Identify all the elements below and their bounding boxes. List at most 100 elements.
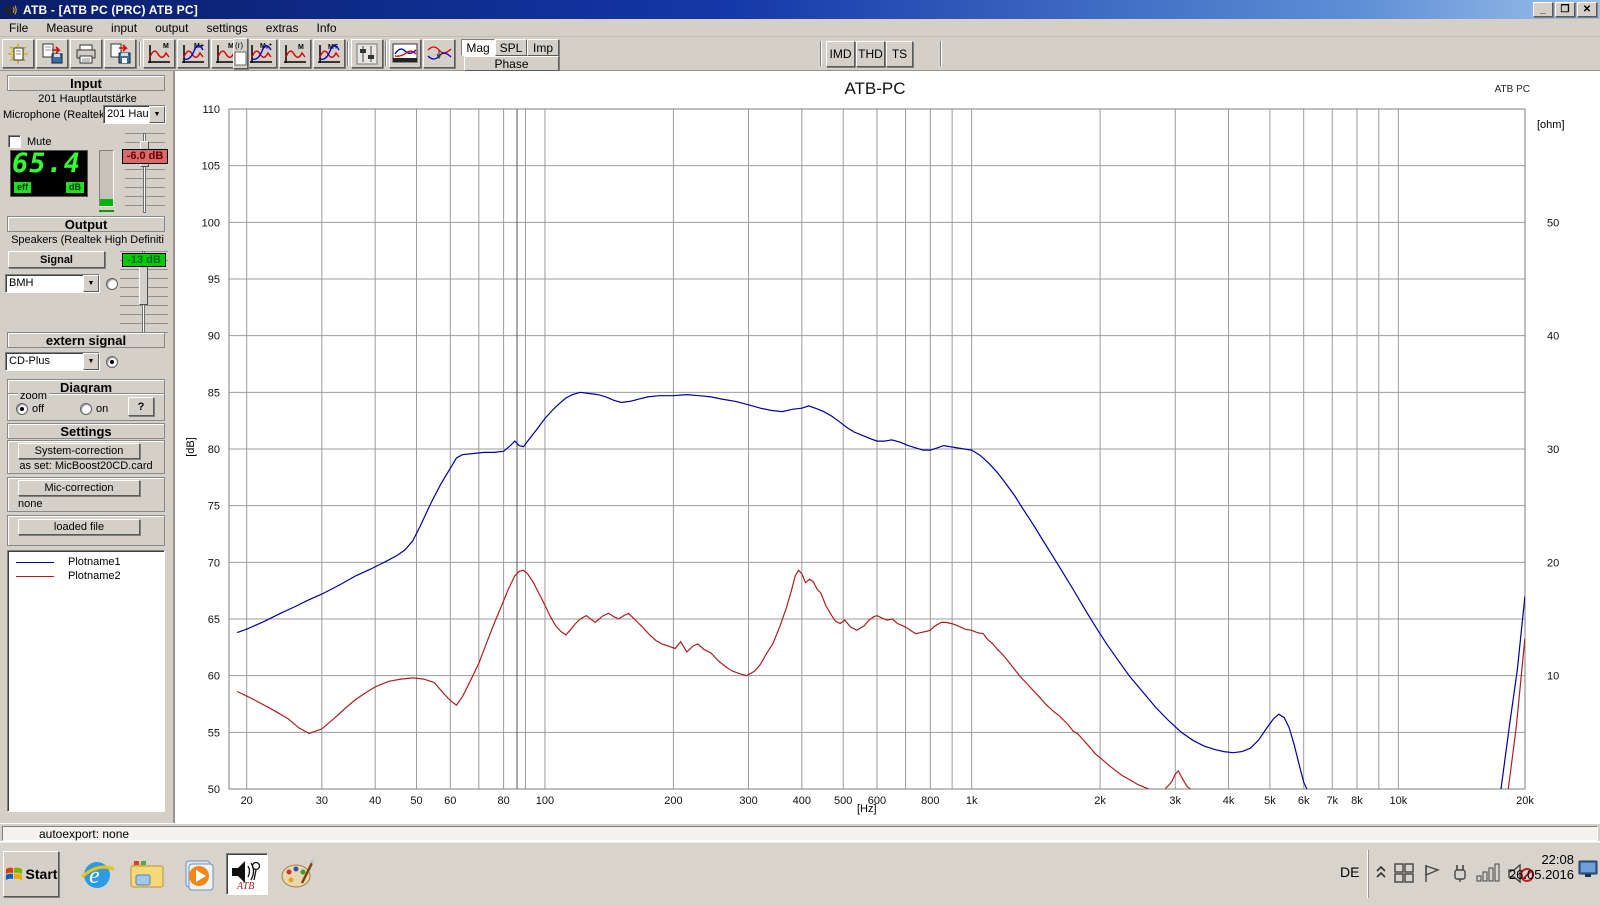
save-measurement-icon[interactable] xyxy=(36,39,68,68)
mic-device-dropdown[interactable]: 201 Haup ▼ xyxy=(103,105,166,124)
svg-text:8k: 8k xyxy=(1351,795,1363,807)
chevron-up-icon[interactable] xyxy=(1375,862,1387,882)
paint-palette-icon[interactable] xyxy=(276,853,318,895)
measure-m-icon[interactable]: M xyxy=(143,39,175,68)
svg-text:50: 50 xyxy=(410,795,422,807)
svg-text:(r): (r) xyxy=(235,41,243,50)
svg-text:6k: 6k xyxy=(1298,795,1310,807)
clock[interactable]: 22:08 26.05.2016 xyxy=(1496,852,1574,882)
svg-text:55: 55 xyxy=(208,727,220,739)
folder-icon[interactable] xyxy=(126,853,168,895)
imd-button[interactable]: IMD xyxy=(826,41,855,67)
internet-explorer-icon[interactable]: e xyxy=(76,853,118,895)
thd-button[interactable]: THD xyxy=(856,41,885,67)
menu-output[interactable]: output xyxy=(146,19,197,37)
svg-text:85: 85 xyxy=(208,387,220,399)
legend-item[interactable]: Plotname1 xyxy=(8,555,164,569)
output-fader-thumb[interactable] xyxy=(139,265,148,305)
mic-correction-button[interactable]: Mic-correction xyxy=(18,480,140,496)
zoom-on-radio[interactable] xyxy=(80,403,92,415)
flag-icon[interactable] xyxy=(1421,862,1443,884)
svg-text:90: 90 xyxy=(208,331,220,343)
close-button[interactable]: ✕ xyxy=(1577,2,1597,17)
svg-text:M: M xyxy=(163,43,169,50)
help-button[interactable]: ? xyxy=(128,397,154,416)
atb-app-icon[interactable]: ATB xyxy=(226,853,268,895)
loaded-file-button[interactable]: loaded file xyxy=(18,519,140,535)
r-toggle-icon[interactable]: (r) xyxy=(233,38,248,69)
svg-text:400: 400 xyxy=(793,795,811,807)
legend-label: Plotname1 xyxy=(68,556,121,568)
window-title: ATB - [ATB PC (PRC) ATB PC] xyxy=(23,2,198,17)
legend-item[interactable]: Plotname2 xyxy=(8,569,164,583)
ts-button[interactable]: TS xyxy=(886,41,913,67)
output-device-label: Speakers (Realtek High Definiti xyxy=(11,234,164,246)
menu-input[interactable]: input xyxy=(102,19,146,37)
svg-text:M: M xyxy=(298,44,304,51)
system-correction-status: as set: MicBoost20CD.card xyxy=(19,460,153,472)
svg-text:600: 600 xyxy=(868,795,886,807)
language-indicator[interactable]: DE xyxy=(1340,864,1359,880)
menu-measure[interactable]: Measure xyxy=(37,19,102,37)
input-gain-fader[interactable] xyxy=(125,133,165,213)
menu-extras[interactable]: extras xyxy=(257,19,308,37)
chart-panel: ATB-PC ATB PC [dB] [ohm] [Hz] 50 55 60 65 70… xyxy=(175,71,1600,823)
parameter-sliders-icon[interactable] xyxy=(351,39,383,68)
menu-file[interactable]: File xyxy=(0,19,37,37)
level-mode-badge: eff xyxy=(14,182,31,193)
measure-m-plus-icon[interactable]: M+ xyxy=(177,39,209,68)
plug-icon[interactable] xyxy=(1449,862,1471,884)
diagram-window-icon[interactable] xyxy=(389,39,421,68)
chevron-down-icon[interactable]: ▼ xyxy=(83,353,99,370)
print-icon[interactable] xyxy=(70,39,102,68)
export-save-icon[interactable] xyxy=(104,39,136,68)
phase-view-button[interactable]: Phase xyxy=(464,56,559,71)
chevron-down-icon[interactable]: ▼ xyxy=(83,275,99,292)
legend-line-sample xyxy=(16,561,54,563)
restore-button[interactable]: ❐ xyxy=(1555,2,1575,17)
mag-view-button[interactable]: Mag xyxy=(461,39,495,56)
extern-signal-radio[interactable] xyxy=(106,356,118,368)
svg-text:30: 30 xyxy=(1547,444,1559,456)
measure-ma-plus-icon[interactable]: Mₐ⁺ xyxy=(245,39,277,68)
svg-text:3k: 3k xyxy=(1169,795,1181,807)
measure-mbar-plus-icon[interactable]: M+ xyxy=(313,39,345,68)
signal-type-dropdown[interactable]: BMH ▼ xyxy=(5,274,100,293)
svg-text:20: 20 xyxy=(1547,557,1559,569)
measure-mbar-icon[interactable]: M xyxy=(279,39,311,68)
input-section-header: Input xyxy=(7,75,165,91)
zoom-off-radio[interactable] xyxy=(16,403,28,415)
svg-text:20: 20 xyxy=(241,795,253,807)
svg-text:20k: 20k xyxy=(1516,795,1534,807)
input-level-meter xyxy=(99,150,114,207)
start-button[interactable]: Start xyxy=(3,851,59,897)
new-measurement-icon[interactable] xyxy=(2,39,34,68)
menu-info[interactable]: Info xyxy=(307,19,345,37)
chart-canvas[interactable]: 50 55 60 65 70 75 80 85 90 95 100 105 110 20 30 40 50 60 8… xyxy=(175,71,1600,823)
legend-line-sample xyxy=(16,575,54,577)
curve-processing-icon[interactable] xyxy=(423,39,455,68)
mute-label: Mute xyxy=(27,136,52,148)
minimize-button[interactable]: _ xyxy=(1533,2,1553,17)
extern-signal-header: extern signal xyxy=(7,332,165,348)
mute-checkbox[interactable] xyxy=(8,135,21,148)
media-player-icon[interactable] xyxy=(176,853,218,895)
svg-text:75: 75 xyxy=(208,501,220,513)
svg-text:4k: 4k xyxy=(1223,795,1235,807)
menu-settings[interactable]: settings xyxy=(197,19,256,37)
legend-label: Plotname2 xyxy=(68,570,121,582)
chevron-down-icon[interactable]: ▼ xyxy=(149,106,165,123)
system-correction-button[interactable]: System-correction xyxy=(18,443,140,459)
screen: { "window": { "title": "ATB - [ATB PC (P… xyxy=(0,0,1600,905)
spl-view-button[interactable]: SPL xyxy=(495,39,527,56)
windows-logo-icon[interactable] xyxy=(1393,862,1415,884)
imp-view-button[interactable]: Imp xyxy=(527,39,559,56)
signal-radio[interactable] xyxy=(106,278,118,290)
extern-signal-dropdown[interactable]: CD-Plus ▼ xyxy=(5,352,100,371)
settings-section-header: Settings xyxy=(7,423,165,439)
svg-text:10: 10 xyxy=(1547,671,1559,683)
svg-text:1k: 1k xyxy=(966,795,978,807)
svg-text:2k: 2k xyxy=(1094,795,1106,807)
monitor-icon[interactable] xyxy=(1578,860,1598,878)
signal-button[interactable]: Signal xyxy=(8,251,105,268)
